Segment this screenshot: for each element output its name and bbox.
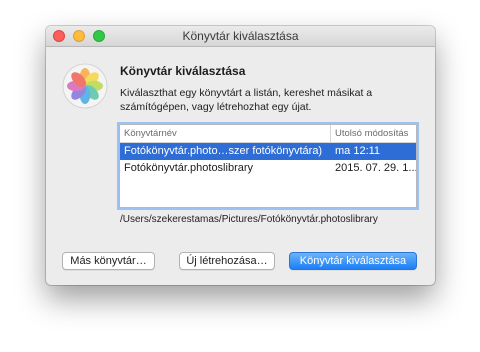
- window-controls: [53, 30, 105, 42]
- library-row[interactable]: Fotókönyvtár.photoslibrary 2015. 07. 29.…: [120, 160, 416, 177]
- close-button[interactable]: [53, 30, 65, 42]
- zoom-button[interactable]: [93, 30, 105, 42]
- dialog-description: Kiválaszthat egy könyvtárt a listán, ker…: [120, 87, 373, 113]
- library-row-name: Fotókönyvtár.photo…szer fotókönyvtára): [124, 145, 323, 157]
- choose-library-button[interactable]: Könyvtár kiválasztása: [289, 252, 417, 270]
- column-header-modified[interactable]: Utolsó módosítás: [330, 125, 416, 142]
- create-new-button[interactable]: Új létrehozása…: [179, 252, 275, 270]
- library-chooser-window: Könyvtár kiválasztása Könyvtár kiválaszt…: [46, 26, 435, 285]
- dialog-heading: Könyvtár kiválasztása: [120, 64, 246, 78]
- library-list[interactable]: Könyvtárnév Utolsó módosítás Fotókönyvtá…: [119, 124, 417, 208]
- title-bar[interactable]: Könyvtár kiválasztása: [46, 26, 435, 47]
- library-row-name: Fotókönyvtár.photoslibrary: [124, 162, 254, 174]
- other-library-button[interactable]: Más könyvtár…: [62, 252, 155, 270]
- selected-library-path: /Users/szekerestamas/Pictures/Fotókönyvt…: [120, 214, 378, 225]
- library-row-modified: ma 12:11: [335, 145, 381, 157]
- library-row-modified: 2015. 07. 29. 1...: [335, 162, 416, 174]
- photos-app-icon: [62, 63, 108, 109]
- minimize-button[interactable]: [73, 30, 85, 42]
- library-row[interactable]: Fotókönyvtár.photo…szer fotókönyvtára) m…: [120, 143, 416, 160]
- window-title: Könyvtár kiválasztása: [182, 29, 299, 43]
- column-header-name[interactable]: Könyvtárnév: [120, 125, 330, 142]
- list-header: Könyvtárnév Utolsó módosítás: [120, 125, 416, 143]
